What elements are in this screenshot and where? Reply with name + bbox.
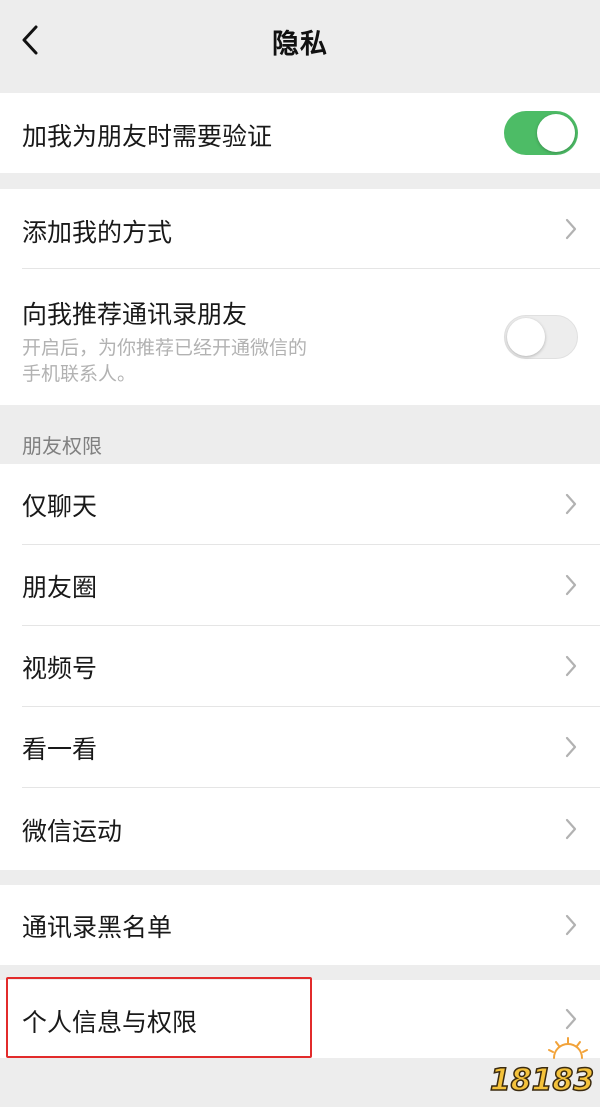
chevron-right-icon [565, 218, 577, 240]
chevron-right-icon [565, 818, 577, 840]
row-contact-blacklist[interactable]: 通讯录黑名单 [0, 885, 600, 965]
toggle-knob [537, 114, 575, 152]
toggle-knob [507, 318, 545, 356]
row-label: 朋友圈 [22, 573, 98, 602]
row-label: 看一看 [22, 735, 98, 764]
row-label: 加我为朋友时需要验证 [22, 122, 273, 151]
verify-group: 加我为朋友时需要验证 [0, 93, 600, 173]
friend-permissions-group: 仅聊天 朋友圈 视频号 看一看 微信运动 [0, 464, 600, 870]
row-channels[interactable]: 视频号 [0, 626, 600, 707]
row-top-stories[interactable]: 看一看 [0, 707, 600, 788]
chevron-right-icon [565, 736, 577, 758]
description-line: 开启后，为你推荐已经开通微信的 [22, 337, 308, 359]
row-label: 视频号 [22, 654, 98, 683]
row-recommend-contacts: 向我推荐通讯录朋友 开启后，为你推荐已经开通微信的 手机联系人。 [0, 269, 600, 405]
description-line: 手机联系人。 [22, 363, 137, 385]
add-method-group: 添加我的方式 向我推荐通讯录朋友 开启后，为你推荐已经开通微信的 手机联系人。 [0, 189, 600, 405]
chevron-right-icon [565, 1008, 577, 1030]
row-label: 仅聊天 [22, 492, 98, 521]
row-werun[interactable]: 微信运动 [0, 788, 600, 870]
chevron-right-icon [565, 493, 577, 515]
chevron-right-icon [565, 914, 577, 936]
svg-text:18183: 18183 [490, 1063, 594, 1098]
row-add-me-methods[interactable]: 添加我的方式 [0, 189, 600, 269]
row-moments[interactable]: 朋友圈 [0, 545, 600, 626]
watermark-logo: 18183 [490, 1036, 594, 1102]
row-label: 添加我的方式 [22, 218, 173, 247]
row-label: 通讯录黑名单 [22, 913, 173, 942]
chevron-right-icon [565, 574, 577, 596]
row-description: 开启后，为你推荐已经开通微信的 手机联系人。 [22, 335, 382, 387]
page-title: 隐私 [272, 29, 328, 60]
chevron-right-icon [565, 655, 577, 677]
section-header-friend-permissions: 朋友权限 [22, 434, 102, 458]
row-label: 向我推荐通讯录朋友 [22, 300, 248, 329]
nav-bar: 隐私 [0, 0, 600, 80]
row-friend-verification[interactable]: 加我为朋友时需要验证 [0, 93, 600, 173]
row-chat-only[interactable]: 仅聊天 [0, 464, 600, 545]
recommend-contacts-toggle[interactable] [504, 315, 578, 359]
highlight-box [6, 977, 312, 1058]
blacklist-group: 通讯录黑名单 [0, 885, 600, 965]
verification-toggle[interactable] [504, 111, 578, 155]
row-label: 微信运动 [22, 817, 123, 846]
